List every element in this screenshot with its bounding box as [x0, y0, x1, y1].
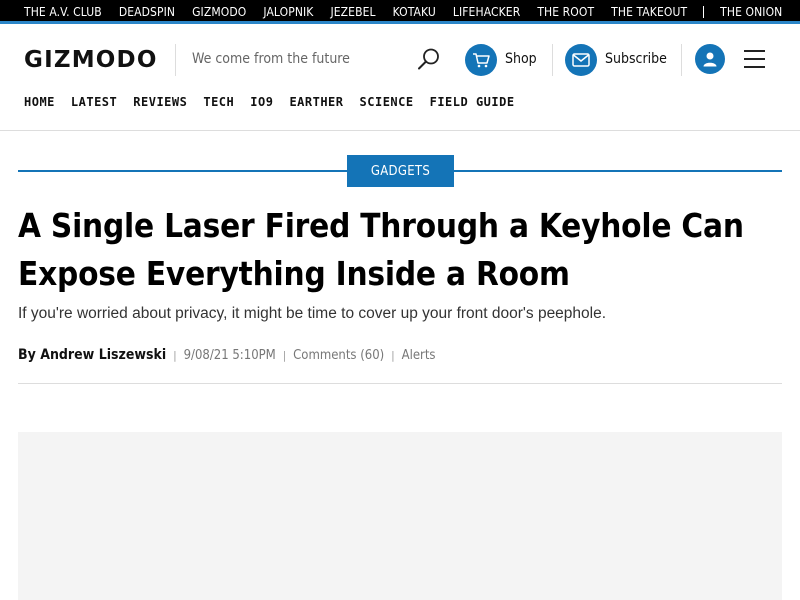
byline-separator: | [282, 348, 287, 362]
nav-item-tech[interactable]: TECH [203, 95, 234, 109]
nav-item-science[interactable]: SCIENCE [360, 95, 414, 109]
comments-link[interactable]: Comments (60) [293, 348, 384, 363]
account-button[interactable] [695, 44, 725, 74]
byline-separator: | [173, 348, 177, 362]
byline-rule [18, 383, 782, 384]
site-logo[interactable]: GIZMODO [24, 47, 158, 73]
shop-label[interactable]: Shop [505, 51, 537, 67]
network-link-theonion[interactable]: THE ONION [720, 5, 782, 19]
user-icon [703, 52, 717, 67]
nav-item-earther[interactable]: EARTHER [289, 95, 343, 109]
nav-item-io9[interactable]: IO9 [250, 95, 273, 109]
network-link-theroot[interactable]: THE ROOT [537, 5, 594, 19]
network-link-avclub[interactable]: THE A.V. CLUB [24, 5, 102, 19]
network-bar: THE A.V. CLUB DEADSPIN GIZMODO JALOPNIK … [0, 0, 800, 24]
network-link-deadspin[interactable]: DEADSPIN [119, 5, 175, 19]
shop-button[interactable] [465, 44, 497, 76]
nav-item-field-guide[interactable]: FIELD GUIDE [430, 95, 515, 109]
category-badge[interactable]: GADGETS [347, 155, 454, 187]
network-links: THE A.V. CLUB DEADSPIN GIZMODO JALOPNIK … [24, 0, 799, 24]
byline-separator: | [391, 348, 395, 362]
subscribe-button[interactable] [565, 44, 597, 76]
cart-icon [473, 53, 490, 68]
network-link-lifehacker[interactable]: LIFEHACKER [453, 5, 520, 19]
hero-image-placeholder [18, 432, 782, 600]
publish-date[interactable]: 9/08/21 5:10PM [184, 348, 276, 363]
network-link-kotaku[interactable]: KOTAKU [393, 5, 436, 19]
byline: By Andrew Liszewski | 9/08/21 5:10PM | C… [18, 347, 436, 363]
header-divider [552, 44, 553, 76]
network-link-gizmodo[interactable]: GIZMODO [192, 5, 246, 19]
menu-icon[interactable] [744, 50, 765, 68]
article-title: A Single Laser Fired Through a Keyhole C… [18, 206, 744, 293]
article-subtitle: If you're worried about privacy, it migh… [18, 305, 607, 322]
nav-item-home[interactable]: HOME [24, 95, 55, 109]
mail-icon [572, 53, 590, 67]
site-tagline: We come from the future [192, 51, 350, 67]
search-icon[interactable] [417, 47, 441, 71]
network-separator [703, 6, 705, 18]
subscribe-label[interactable]: Subscribe [605, 51, 667, 67]
network-link-thetakeout[interactable]: THE TAKEOUT [611, 5, 687, 19]
network-link-jezebel[interactable]: JEZEBEL [330, 5, 375, 19]
header-divider [175, 44, 176, 76]
nav-item-reviews[interactable]: REVIEWS [133, 95, 187, 109]
nav-item-latest[interactable]: LATEST [71, 95, 117, 109]
author-link[interactable]: By Andrew Liszewski [18, 347, 166, 363]
network-link-jalopnik[interactable]: JALOPNIK [263, 5, 313, 19]
header-divider [681, 44, 682, 76]
site-header: GIZMODO We come from the future Shop Sub… [0, 27, 800, 131]
main-nav: HOME LATEST REVIEWS TECH IO9 EARTHER SCI… [24, 95, 531, 109]
alerts-link[interactable]: Alerts [402, 348, 436, 363]
